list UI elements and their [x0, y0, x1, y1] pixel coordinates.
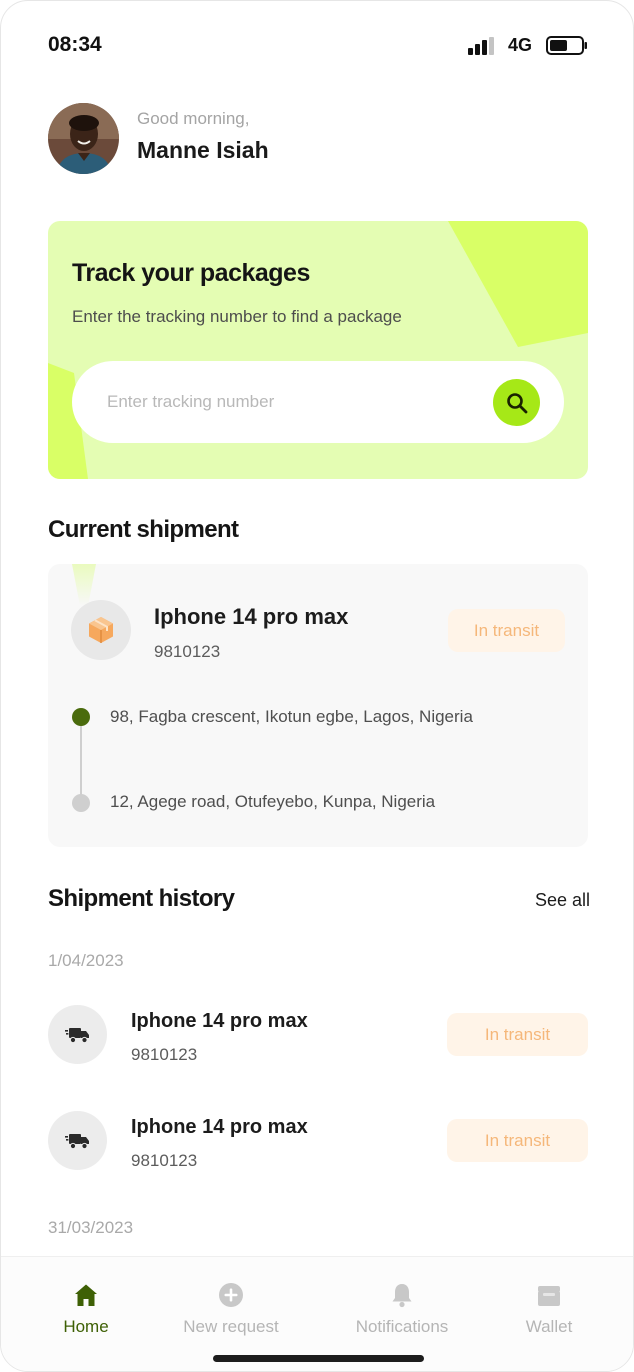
destination-address: 12, Agege road, Otufeyebo, Kunpa, Nigeri…: [110, 792, 436, 811]
origin-address: 98, Fagba crescent, Ikotun egbe, Lagos, …: [110, 707, 473, 726]
tracking-search-bar: [72, 361, 564, 443]
nav-new-request[interactable]: New request: [177, 1281, 285, 1337]
track-packages-card: Track your packages Enter the tracking n…: [48, 221, 588, 479]
history-item-name: Iphone 14 pro max: [131, 1116, 308, 1138]
battery-icon: [546, 36, 587, 55]
nav-label: Wallet: [525, 1317, 573, 1336]
package-icon: [89, 617, 113, 643]
nav-label: Home: [63, 1317, 109, 1336]
bell-icon: [392, 1284, 412, 1308]
signal-icon: [468, 37, 494, 55]
shipment-history-title: Shipment history: [48, 885, 235, 912]
avatar-photo: [48, 103, 119, 174]
truck-icon-circle: [48, 1111, 107, 1170]
track-title: Track your packages: [72, 259, 310, 287]
status-bar: 08:34 4G: [1, 1, 633, 91]
shipment-tracking-id: 9810123: [154, 642, 221, 661]
history-date: 31/03/2023: [48, 1218, 134, 1237]
greeting-text: Good morning,: [137, 109, 250, 128]
truck-icon-circle: [48, 1005, 107, 1064]
user-name: Manne Isiah: [137, 137, 269, 163]
package-icon-circle: [71, 600, 131, 660]
search-button[interactable]: [493, 379, 540, 426]
history-item[interactable]: Iphone 14 pro max 9810123 In transit: [48, 1111, 588, 1171]
history-date: 1/04/2023: [48, 951, 124, 970]
current-shipment-title: Current shipment: [48, 516, 239, 543]
tracking-number-input[interactable]: [107, 385, 467, 419]
home-indicator: [213, 1355, 424, 1362]
phone-screen: 08:34 4G Good morning, Manne Isiah Track…: [0, 0, 634, 1372]
nav-label: New request: [183, 1317, 279, 1336]
status-badge: In transit: [448, 609, 565, 652]
history-item-name: Iphone 14 pro max: [131, 1010, 308, 1032]
shipment-item-name: Iphone 14 pro max: [154, 604, 349, 629]
nav-wallet[interactable]: Wallet: [519, 1281, 579, 1337]
truck-icon: [64, 1027, 89, 1043]
bottom-nav: Home New request Notifications Wallet: [1, 1256, 633, 1371]
nav-notifications[interactable]: Notifications: [347, 1281, 457, 1337]
home-icon: [75, 1284, 97, 1306]
route-line: [80, 724, 82, 800]
nav-home[interactable]: Home: [57, 1281, 115, 1337]
track-subtitle: Enter the tracking number to find a pack…: [72, 307, 402, 326]
current-shipment-card[interactable]: Iphone 14 pro max 9810123 In transit 98,…: [48, 564, 588, 847]
history-item[interactable]: Iphone 14 pro max 9810123 In transit: [48, 1005, 588, 1065]
network-label: 4G: [508, 35, 533, 55]
see-all-link[interactable]: See all: [535, 890, 590, 911]
avatar[interactable]: [48, 103, 119, 174]
status-badge: In transit: [447, 1119, 588, 1162]
truck-icon: [64, 1133, 89, 1149]
origin-dot: [72, 708, 90, 726]
destination-dot: [72, 794, 90, 812]
status-time: 08:34: [48, 33, 102, 56]
plus-circle-icon: [219, 1283, 243, 1307]
history-item-id: 9810123: [131, 1045, 198, 1064]
nav-label: Notifications: [355, 1317, 449, 1336]
search-icon: [506, 392, 527, 413]
wallet-icon: [538, 1286, 560, 1306]
history-item-id: 9810123: [131, 1151, 198, 1170]
status-badge: In transit: [447, 1013, 588, 1056]
